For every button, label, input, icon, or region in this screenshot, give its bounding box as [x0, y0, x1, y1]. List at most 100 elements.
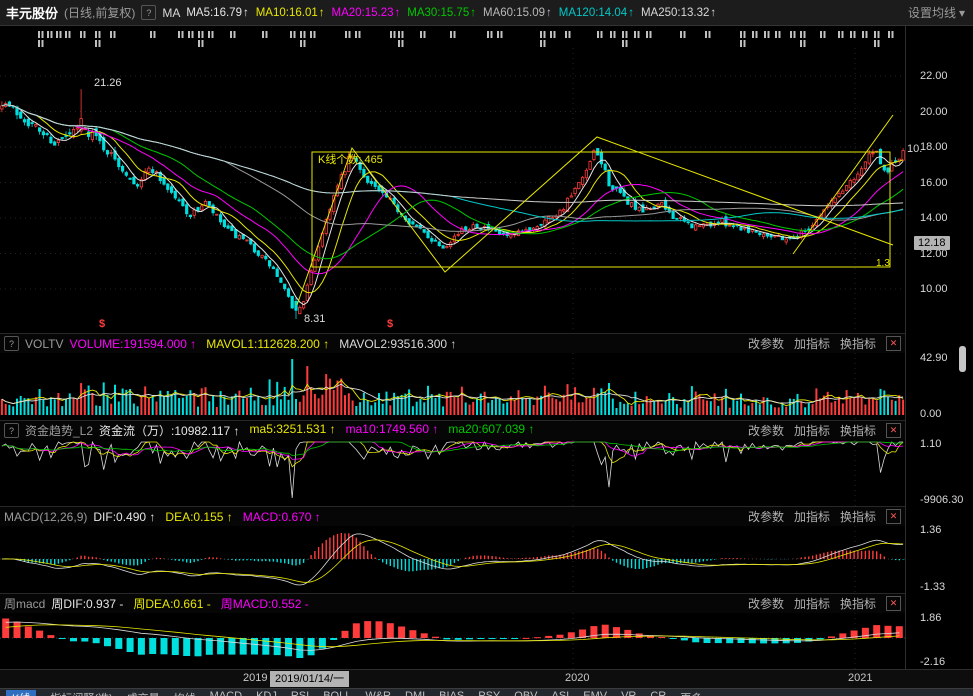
event-marker-icon[interactable]: [610, 31, 617, 38]
bottom-tab-指标阐释(准)[interactable]: 指标阐释(准): [50, 690, 112, 696]
switch-indicator-button[interactable]: 换指标: [840, 422, 876, 439]
event-marker-icon[interactable]: [622, 31, 629, 38]
event-marker-icon[interactable]: [198, 40, 205, 47]
bottom-tab-ASI[interactable]: ASI: [552, 690, 570, 696]
event-marker-icon[interactable]: [597, 31, 604, 38]
indicator-name-fundflow[interactable]: 资金趋势_L2: [25, 422, 93, 439]
event-marker-icon[interactable]: [550, 31, 557, 38]
event-marker-icon[interactable]: [800, 31, 807, 38]
event-marker-icon[interactable]: [838, 31, 845, 38]
event-marker-icon[interactable]: [398, 40, 405, 47]
panel-resize-handle[interactable]: [959, 346, 966, 372]
event-marker-icon[interactable]: [622, 40, 629, 47]
close-icon[interactable]: ✕: [886, 423, 901, 438]
switch-indicator-button[interactable]: 换指标: [840, 595, 876, 612]
event-marker-icon[interactable]: [705, 31, 712, 38]
event-marker-icon[interactable]: [646, 31, 653, 38]
event-marker-icon[interactable]: [198, 31, 205, 38]
add-indicator-button[interactable]: 加指标: [794, 508, 830, 525]
event-marker-icon[interactable]: [300, 31, 307, 38]
add-indicator-button[interactable]: 加指标: [794, 595, 830, 612]
indicator-name-weekly-macd[interactable]: 周macd: [4, 595, 45, 612]
event-marker-icon[interactable]: [300, 40, 307, 47]
help-icon[interactable]: ?: [4, 336, 19, 351]
bottom-tab-CR[interactable]: CR: [650, 690, 666, 696]
event-marker-icon[interactable]: [208, 31, 215, 38]
bottom-tab-EMV[interactable]: EMV: [583, 690, 607, 696]
event-marker-icon[interactable]: [874, 40, 881, 47]
help-icon[interactable]: ?: [141, 5, 157, 20]
indicator-name-macd[interactable]: MACD(12,26,9): [4, 510, 87, 524]
bottom-tab-RSI[interactable]: RSI: [291, 690, 309, 696]
event-marker-icon[interactable]: [262, 31, 269, 38]
event-marker-icon[interactable]: [65, 31, 72, 38]
bottom-tab-MACD[interactable]: MACD: [210, 690, 242, 696]
event-marker-icon[interactable]: [150, 31, 157, 38]
event-marker-icon[interactable]: [95, 31, 102, 38]
event-marker-icon[interactable]: [80, 31, 87, 38]
event-marker-icon[interactable]: [290, 31, 297, 38]
bottom-tab-PSY[interactable]: PSY: [478, 690, 500, 696]
event-marker-icon[interactable]: [178, 31, 185, 38]
bottom-tab-BOLL[interactable]: BOLL: [323, 690, 351, 696]
event-marker-icon[interactable]: [398, 31, 405, 38]
fundflow-chart[interactable]: [0, 440, 905, 506]
change-params-button[interactable]: 改参数: [748, 508, 784, 525]
event-marker-icon[interactable]: [740, 40, 747, 47]
bottom-tab-均线[interactable]: 均线: [174, 690, 196, 696]
event-marker-icon[interactable]: [752, 31, 759, 38]
event-marker-icon[interactable]: [450, 31, 457, 38]
event-marker-icon[interactable]: [540, 40, 547, 47]
bottom-tab-W&R[interactable]: W&R: [365, 690, 391, 696]
event-marker-icon[interactable]: [800, 40, 807, 47]
change-params-button[interactable]: 改参数: [748, 335, 784, 352]
event-marker-icon[interactable]: [110, 31, 117, 38]
event-marker-icon[interactable]: [420, 31, 427, 38]
close-icon[interactable]: ✕: [886, 336, 901, 351]
add-indicator-button[interactable]: 加指标: [794, 422, 830, 439]
event-marker-icon[interactable]: [38, 40, 45, 47]
close-icon[interactable]: ✕: [886, 596, 901, 611]
bottom-tab-VR[interactable]: VR: [621, 690, 636, 696]
bottom-tab-成交量[interactable]: 成交量: [127, 690, 160, 696]
event-marker-icon[interactable]: [888, 31, 895, 38]
event-marker-icon[interactable]: [540, 31, 547, 38]
help-icon[interactable]: ?: [4, 423, 19, 438]
volume-chart[interactable]: [0, 353, 905, 420]
weekly-macd-chart[interactable]: [0, 613, 905, 669]
event-marker-icon[interactable]: [497, 31, 504, 38]
event-marker-icon[interactable]: [775, 31, 782, 38]
bottom-tab-K线[interactable]: K线: [6, 690, 37, 696]
change-params-button[interactable]: 改参数: [748, 422, 784, 439]
bottom-tab-OBV[interactable]: OBV: [514, 690, 537, 696]
main-candlestick-chart[interactable]: K线个数: 465 21.26 8.31 $ $1.3: [0, 26, 905, 333]
event-marker-icon[interactable]: [680, 31, 687, 38]
event-marker-icon[interactable]: [56, 31, 63, 38]
macd-chart[interactable]: [0, 526, 905, 593]
event-marker-icon[interactable]: [634, 31, 641, 38]
event-marker-icon[interactable]: [230, 31, 237, 38]
event-marker-icon[interactable]: [95, 40, 102, 47]
event-marker-icon[interactable]: [390, 31, 397, 38]
event-marker-icon[interactable]: [862, 31, 869, 38]
bottom-tab-KDJ[interactable]: KDJ: [256, 690, 277, 696]
bottom-tab-更多[interactable]: 更多: [680, 690, 702, 696]
switch-indicator-button[interactable]: 换指标: [840, 508, 876, 525]
event-marker-icon[interactable]: [355, 31, 362, 38]
add-indicator-button[interactable]: 加指标: [794, 335, 830, 352]
change-params-button[interactable]: 改参数: [748, 595, 784, 612]
bottom-tab-DMI[interactable]: DMI: [405, 690, 425, 696]
event-marker-icon[interactable]: [188, 31, 195, 38]
event-marker-icon[interactable]: [764, 31, 771, 38]
event-marker-icon[interactable]: [487, 31, 494, 38]
event-marker-icon[interactable]: [874, 31, 881, 38]
event-marker-icon[interactable]: [345, 31, 352, 38]
event-marker-icon[interactable]: [565, 31, 572, 38]
event-marker-icon[interactable]: [47, 31, 54, 38]
event-marker-icon[interactable]: [38, 31, 45, 38]
ma-settings-button[interactable]: 设置均线: [908, 4, 956, 21]
event-marker-icon[interactable]: [850, 31, 857, 38]
event-marker-icon[interactable]: [790, 31, 797, 38]
switch-indicator-button[interactable]: 换指标: [840, 335, 876, 352]
bottom-tab-BIAS[interactable]: BIAS: [439, 690, 464, 696]
